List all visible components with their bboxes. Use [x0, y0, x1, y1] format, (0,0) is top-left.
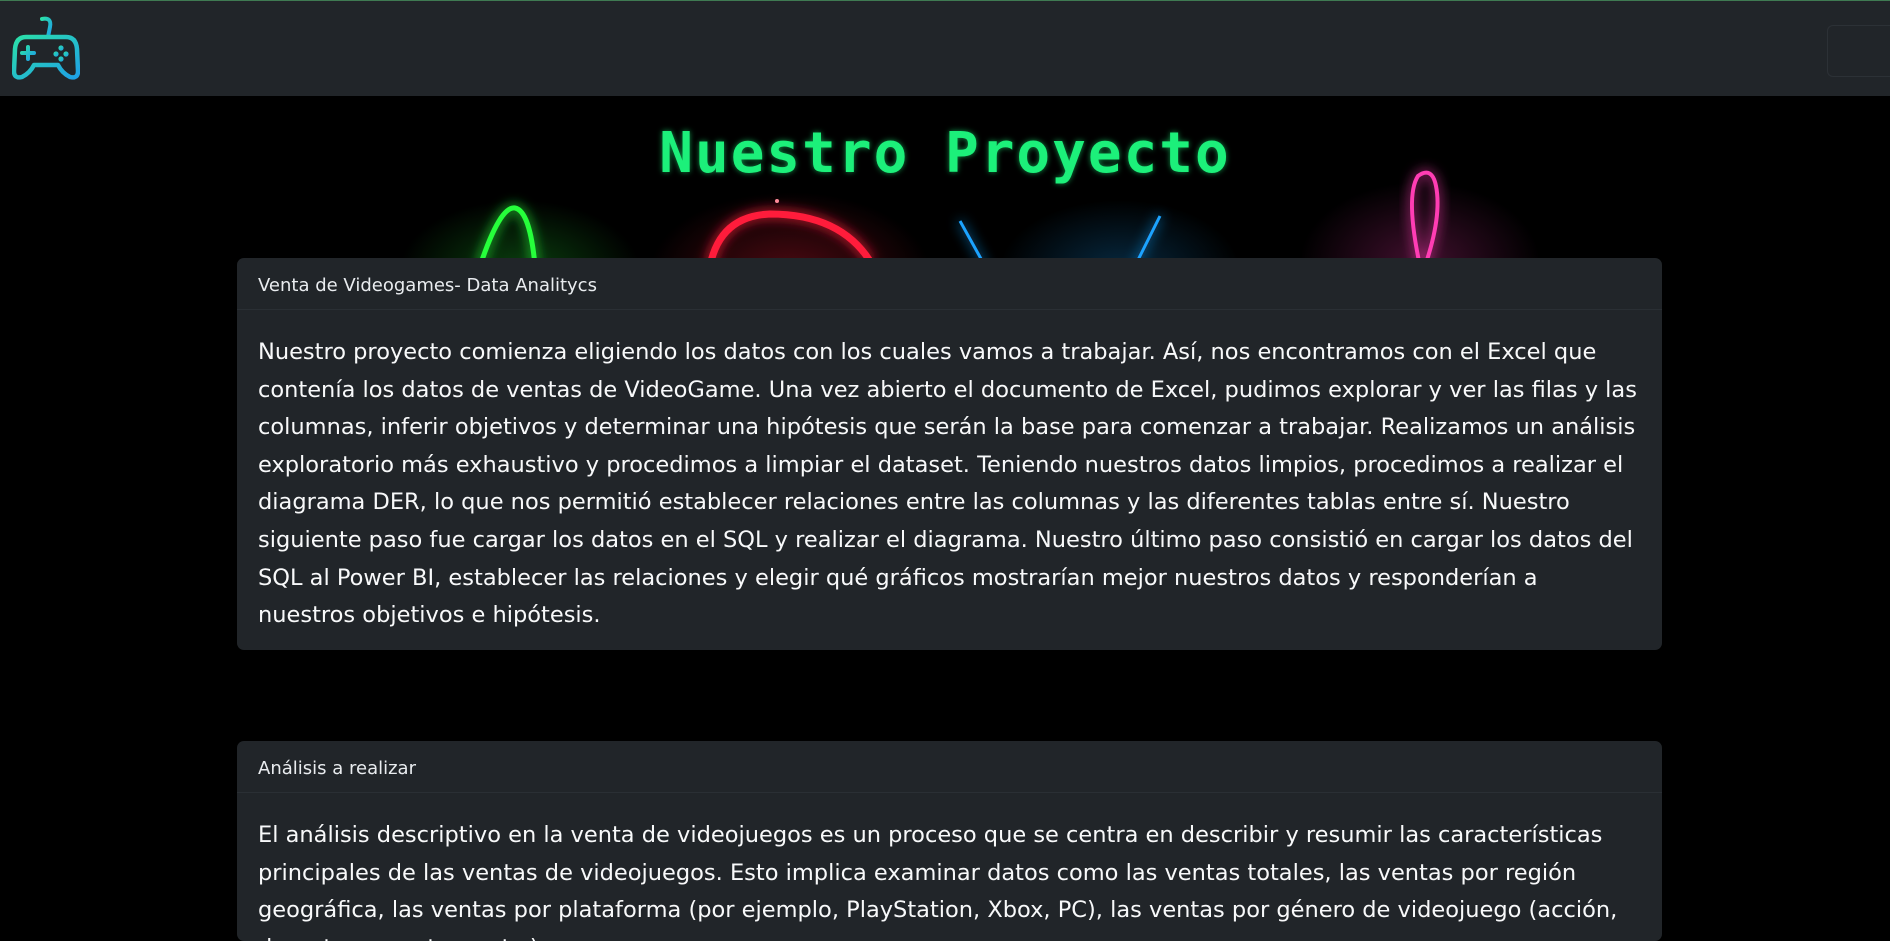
navbar — [0, 0, 1890, 96]
card-header: Venta de Videogames- Data Analitycs — [237, 258, 1662, 310]
gamepad-logo-icon[interactable] — [11, 15, 81, 83]
hero-banner: Nuestro Proyecto — [0, 96, 1890, 266]
card-body-text: El análisis descriptivo en la venta de v… — [258, 822, 1618, 941]
card-header: Análisis a realizar — [237, 741, 1662, 793]
hero-title: Nuestro Proyecto — [659, 121, 1231, 186]
analysis-card: Análisis a realizar El análisis descript… — [237, 741, 1662, 941]
menu-toggler-button[interactable] — [1827, 25, 1890, 77]
project-card: Venta de Videogames- Data Analitycs Nues… — [237, 258, 1662, 650]
card-body-text: Nuestro proyecto comienza eligiendo los … — [258, 339, 1637, 629]
